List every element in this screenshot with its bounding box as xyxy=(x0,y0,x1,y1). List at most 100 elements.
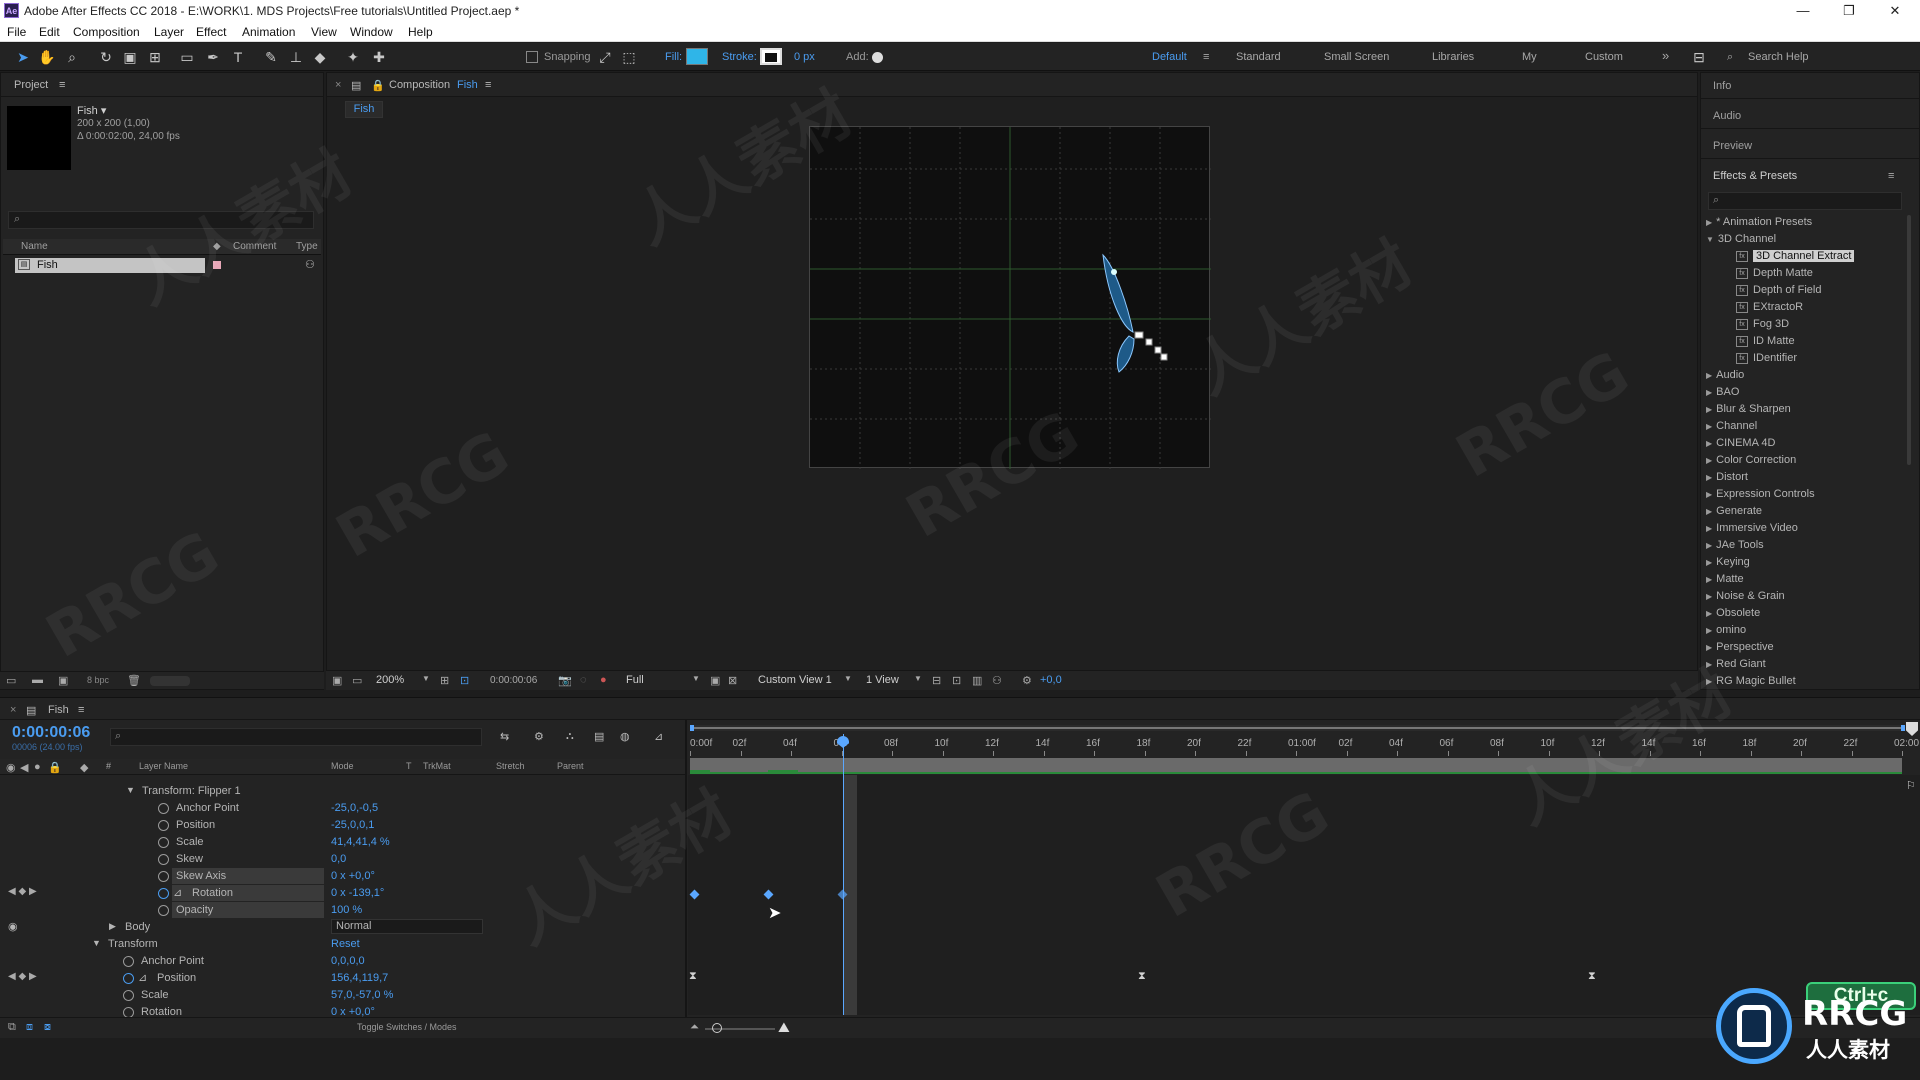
col-layer-name[interactable]: Layer Name xyxy=(139,761,188,771)
close-timeline-tab-icon[interactable]: × xyxy=(10,704,16,716)
property-group-row[interactable]: ▼ Transform: Flipper 1 xyxy=(0,783,685,800)
pen-tool-icon[interactable]: ✒ xyxy=(204,48,222,66)
effect-category[interactable]: ▶ Obsolete xyxy=(1706,607,1760,619)
solo-icon[interactable]: ● xyxy=(34,761,41,773)
brush-tool-icon[interactable]: ✎ xyxy=(262,48,280,66)
collapsed-triangle-icon[interactable]: ▶ xyxy=(1706,592,1712,601)
timeline-menu-icon[interactable]: ≡ xyxy=(78,704,84,716)
project-panel-title[interactable]: Project xyxy=(14,79,48,91)
camera-tool-icon[interactable]: ▣ xyxy=(121,48,139,66)
effect-category[interactable]: ▶ Distort xyxy=(1706,471,1748,483)
effect-item[interactable]: fx IDentifier xyxy=(1736,352,1797,364)
effect-category[interactable]: ▶ Red Giant xyxy=(1706,658,1766,670)
hide-shy-layers-icon[interactable]: ⛬ xyxy=(566,730,574,743)
comp-flow-tab[interactable]: Fish xyxy=(345,101,383,118)
collapsed-triangle-icon[interactable]: ▶ xyxy=(1706,541,1712,550)
keyframe-area[interactable] xyxy=(688,775,1920,1015)
menu-effect[interactable]: Effect xyxy=(196,25,226,39)
position-keyframe[interactable]: ⧗ xyxy=(1588,970,1596,983)
zoom-tool-icon[interactable]: ⌕ xyxy=(63,48,81,66)
property-row[interactable]: Skew 0,0 xyxy=(0,851,685,868)
lock-column-icon[interactable]: 🔒 xyxy=(48,761,62,774)
eye-icon[interactable]: ◉ xyxy=(8,920,18,933)
transfer-controls-icon[interactable]: ⧈ xyxy=(26,1021,33,1034)
roto-brush-tool-icon[interactable]: ✦ xyxy=(344,48,362,66)
add-icon[interactable] xyxy=(872,52,883,63)
exposure-value[interactable]: +0,0 xyxy=(1040,674,1062,686)
timeline-search-input[interactable]: ⌕ xyxy=(110,728,482,746)
graph-editor-icon[interactable]: ⊿ xyxy=(654,730,663,743)
channel-icon[interactable]: ● xyxy=(600,674,607,686)
col-parent[interactable]: Parent xyxy=(557,761,584,771)
pan-behind-tool-icon[interactable]: ⊞ xyxy=(146,48,164,66)
stopwatch-icon[interactable] xyxy=(158,905,169,916)
stopwatch-icon[interactable] xyxy=(158,820,169,831)
timeline-divider[interactable] xyxy=(685,720,687,1038)
snapshot-icon[interactable]: 📷 xyxy=(558,674,572,687)
label-color-swatch[interactable] xyxy=(213,261,221,269)
effect-category[interactable]: ▶ Perspective xyxy=(1706,641,1774,653)
menu-composition[interactable]: Composition xyxy=(73,25,140,39)
property-row[interactable]: Anchor Point 0,0,0,0 xyxy=(0,953,685,970)
frame-blending-icon[interactable]: ▤ xyxy=(594,730,604,743)
property-row[interactable]: Scale 41,4,41,4 % xyxy=(0,834,685,851)
toggle-pixel-aspect-icon[interactable]: ⊟ xyxy=(932,674,941,687)
property-value[interactable]: 57,0,-57,0 % xyxy=(331,989,393,1001)
close-button[interactable]: ✕ xyxy=(1878,2,1912,20)
fast-draft-icon[interactable]: ⊡ xyxy=(952,674,961,687)
zoom-dropdown-icon[interactable]: ▼ xyxy=(422,674,430,683)
new-folder-icon[interactable]: ▬ xyxy=(32,674,43,686)
stopwatch-icon[interactable] xyxy=(158,803,169,814)
effect-category[interactable]: ▶ Generate xyxy=(1706,505,1762,517)
effect-category[interactable]: ▶ JAe Tools xyxy=(1706,539,1764,551)
comp-mini-flowchart-icon[interactable]: ⇆ xyxy=(500,730,509,743)
col-name[interactable]: Name xyxy=(21,241,48,252)
in-out-stretch-icon[interactable]: ⧇ xyxy=(44,1021,51,1034)
zoom-level[interactable]: 200% xyxy=(376,674,404,686)
menu-window[interactable]: Window xyxy=(350,25,393,39)
effect-category[interactable]: ▶ Expression Controls xyxy=(1706,488,1815,500)
comp-tab-prefix[interactable]: Composition xyxy=(389,79,450,91)
property-group-row[interactable]: ▼ Transform Reset xyxy=(0,936,685,953)
transparency-grid-icon[interactable]: ⊠ xyxy=(728,674,737,687)
stopwatch-icon[interactable] xyxy=(158,837,169,848)
collapsed-triangle-icon[interactable]: ▶ xyxy=(1706,507,1712,516)
effect-item[interactable]: fx Depth of Field xyxy=(1736,284,1821,296)
collapsed-triangle-icon[interactable]: ▶ xyxy=(1706,575,1712,584)
collapsed-triangle-icon[interactable]: ▶ xyxy=(1706,405,1712,414)
timeline-icon[interactable]: ▥ xyxy=(972,674,982,687)
layer-row[interactable]: ▶ ◉ Body Normal xyxy=(0,919,685,936)
interpret-footage-icon[interactable]: ▭ xyxy=(6,674,16,687)
effect-category[interactable]: ▶ Noise & Grain xyxy=(1706,590,1785,602)
property-row[interactable]: ⊿ ◀ ◆ ▶ Position 156,4,119,7 xyxy=(0,970,685,987)
view-select[interactable]: Custom View 1 xyxy=(758,674,832,686)
effect-category[interactable]: ▶ Channel xyxy=(1706,420,1757,432)
menu-edit[interactable]: Edit xyxy=(39,25,60,39)
position-keyframe[interactable]: ⧗ xyxy=(689,970,697,983)
search-help-field[interactable]: Search Help xyxy=(1748,51,1809,63)
zoom-slider-handle[interactable] xyxy=(712,1023,722,1033)
fill-color-swatch[interactable] xyxy=(686,48,708,65)
keyframe-navigator[interactable]: ◀ ◆ ▶ xyxy=(8,886,37,897)
resolution-select[interactable]: Full xyxy=(626,674,644,686)
menu-view[interactable]: View xyxy=(311,25,337,39)
effect-item[interactable]: fx Depth Matte xyxy=(1736,267,1813,279)
snapping-checkbox[interactable] xyxy=(526,51,538,63)
rotate-tool-icon[interactable]: ↻ xyxy=(97,48,115,66)
time-ruler[interactable]: 0:00f 02f 04f 06f 08f 10f 12f 14f 16f 18f 20f 22f 01… xyxy=(688,720,1920,775)
info-panel-tab[interactable]: Info xyxy=(1713,80,1731,92)
effect-item[interactable]: fx Fog 3D xyxy=(1736,318,1789,330)
type-tool-icon[interactable]: T xyxy=(229,48,247,66)
lock-icon[interactable]: 🔒 xyxy=(371,79,385,92)
menu-animation[interactable]: Animation xyxy=(242,25,295,39)
fast-previews-icon[interactable]: ▣ xyxy=(710,674,720,687)
effects-search-input[interactable]: ⌕ xyxy=(1708,192,1902,210)
hand-tool-icon[interactable]: ✋ xyxy=(38,48,56,66)
menu-help[interactable]: Help xyxy=(408,25,433,39)
collapsed-triangle-icon[interactable]: ▶ xyxy=(1706,473,1712,482)
expanded-triangle-icon[interactable]: ▼ xyxy=(92,938,101,948)
toggle-switches-modes[interactable]: Toggle Switches / Modes xyxy=(357,1022,457,1032)
collapsed-triangle-icon[interactable]: ▶ xyxy=(1706,558,1712,567)
eraser-tool-icon[interactable]: ◆ xyxy=(311,48,329,66)
composition-canvas[interactable] xyxy=(809,126,1211,469)
